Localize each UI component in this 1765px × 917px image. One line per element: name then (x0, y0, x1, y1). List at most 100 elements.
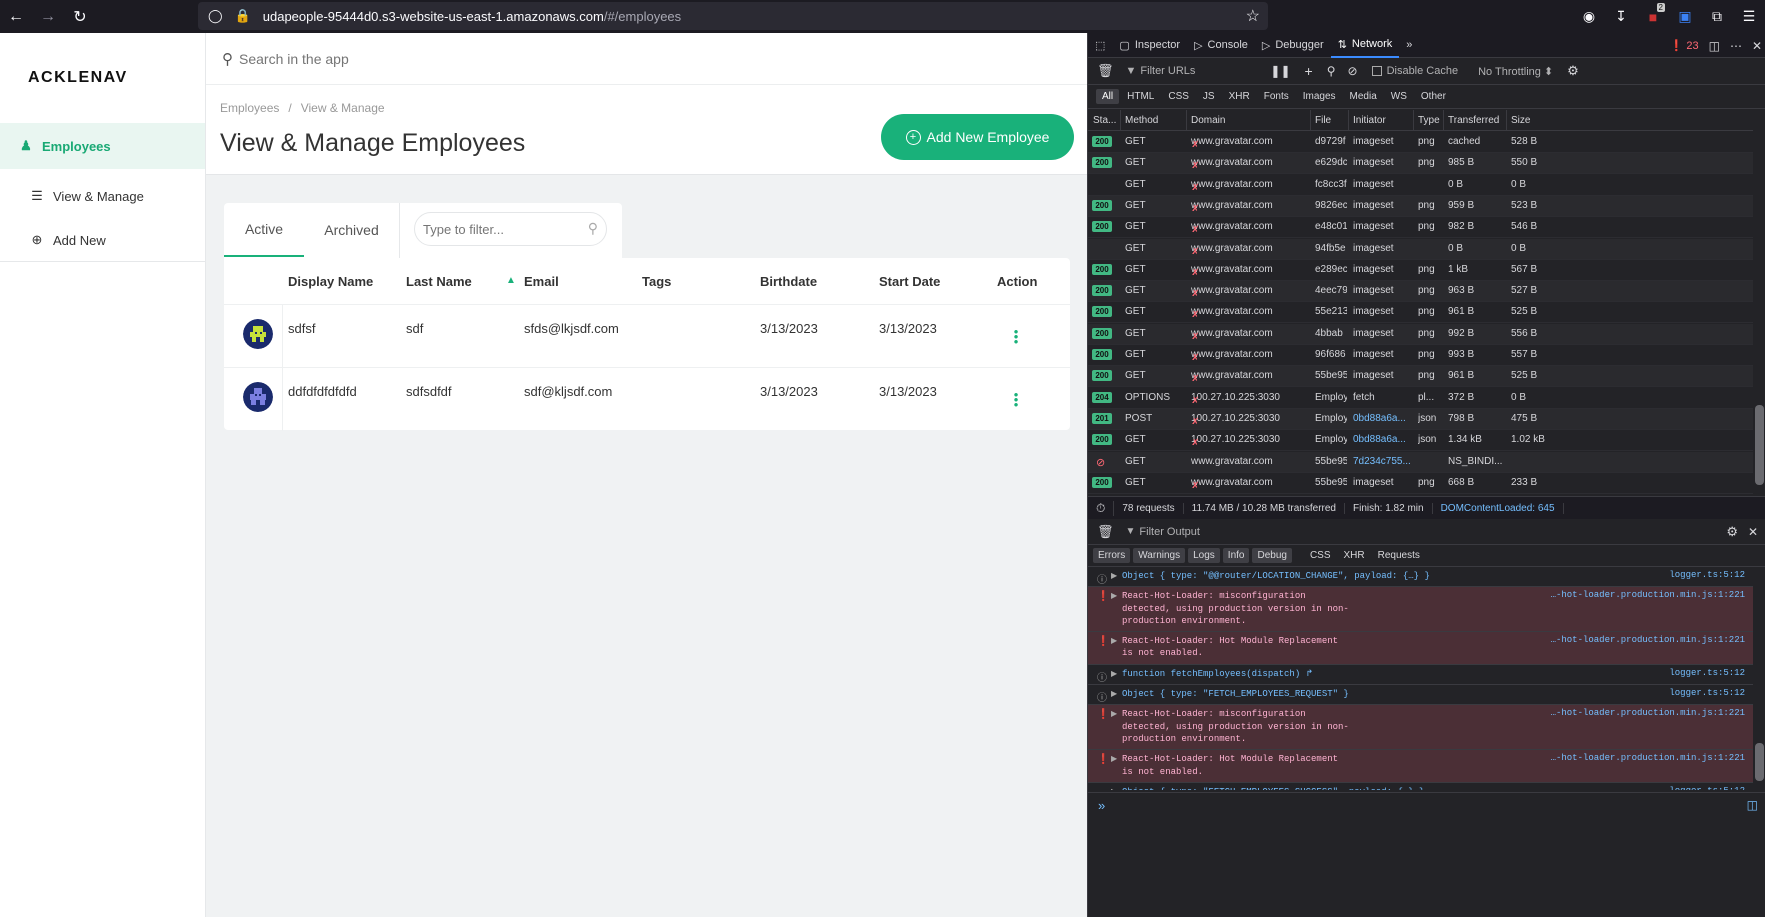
disable-cache-checkbox[interactable] (1371, 66, 1382, 76)
console-source-link[interactable]: …-hot-loader.production.min.js:1:221 (1551, 590, 1745, 600)
sidebar-item-view-manage[interactable]: ☰ View & Manage (0, 173, 205, 219)
network-request-row[interactable]: 200 GET ✗ www.gravatar.com e48c01 imageset png… (1088, 217, 1753, 239)
back-arrow-icon[interactable]: ← (0, 0, 32, 33)
breadcrumb-employees[interactable]: Employees (220, 101, 279, 115)
header-status[interactable]: Sta... (1093, 115, 1116, 126)
request-initiator[interactable]: 7d234c755... (1353, 456, 1413, 467)
row-actions-kebab-icon[interactable]: • • • (1013, 388, 1019, 411)
expand-triangle-icon[interactable]: ▶ (1111, 669, 1117, 679)
tab-console[interactable]: ▷ Console (1187, 33, 1255, 58)
network-request-row[interactable]: 200 GET ✗ www.gravatar.com 55be95 imageset png… (1088, 473, 1753, 494)
console-source-link[interactable]: logger.ts:5:12 (1669, 668, 1745, 678)
network-request-row[interactable]: 201 POST ✗ 100.27.10.225:3030 Employ 0bd88a6a… (1088, 408, 1753, 430)
network-request-row[interactable]: 200 GET ✗ 100.27.10.225:3030 Employ 0bd88a6a.… (1088, 430, 1753, 452)
trash-icon[interactable]: 🗑 (1097, 524, 1114, 540)
network-request-row[interactable]: 204 OPTIONS ✗ 100.27.10.225:3030 Employ fetch… (1088, 388, 1753, 409)
type-ws[interactable]: WS (1385, 89, 1413, 104)
expand-triangle-icon[interactable]: ▶ (1111, 754, 1117, 764)
filter-warnings[interactable]: Warnings (1133, 548, 1186, 563)
type-css[interactable]: CSS (1162, 89, 1195, 104)
close-icon[interactable]: ✕ (1748, 525, 1758, 539)
console-error-message[interactable]: ❗ ▶ React-Hot-Loader: Hot Module Replaceme… (1088, 750, 1753, 783)
table-row[interactable]: ddfdfdfdfdfd sdfsdfdf sdf@kljsdf.com 3/1… (224, 367, 1070, 431)
console-error-message[interactable]: ❗ ▶ React-Hot-Loader: misconfiguration det… (1088, 705, 1753, 751)
filter-field[interactable]: ⚲ (414, 212, 607, 246)
filter-urls-input[interactable]: Filter URLs (1140, 65, 1250, 77)
network-request-row[interactable]: ⊘ GET www.gravatar.com 55be95 7d234c755... NS… (1088, 451, 1753, 473)
extensions-puzzle-icon[interactable]: ⧉ (1701, 0, 1733, 33)
header-type[interactable]: Type (1418, 115, 1440, 126)
console-log-message[interactable]: ⓘ ▶ Object { type: "FETCH_EMPLOYEES_REQUES… (1088, 685, 1753, 706)
throttling-select[interactable]: No Throttling ⬍ (1478, 65, 1553, 78)
type-xhr[interactable]: XHR (1223, 89, 1256, 104)
filter-input[interactable] (423, 221, 573, 237)
expand-triangle-icon[interactable]: ▶ (1111, 787, 1117, 790)
filter-debug[interactable]: Debug (1252, 548, 1292, 563)
reload-icon[interactable]: ↻ (64, 0, 96, 33)
console-log-message[interactable]: ⓘ ▶ Object { type: "@@router/LOCATION_CHAN… (1088, 567, 1753, 588)
network-request-row[interactable]: GET ✗ www.gravatar.com fc8cc3f imageset 0 B 0 … (1088, 175, 1753, 196)
network-request-row[interactable]: 200 GET ✗ www.gravatar.com 4bbab imageset png 9… (1088, 323, 1753, 345)
type-images[interactable]: Images (1297, 89, 1342, 104)
request-initiator[interactable]: 0bd88a6a... (1353, 434, 1413, 445)
network-request-row[interactable]: 200 GET ✗ www.gravatar.com 4eec79 imageset png… (1088, 281, 1753, 303)
column-start-date[interactable]: Start Date (879, 274, 940, 289)
network-scrollbar-thumb[interactable] (1755, 405, 1764, 485)
header-method[interactable]: Method (1125, 115, 1158, 126)
network-request-row[interactable]: 200 GET ✗ www.gravatar.com e289ec imageset png… (1088, 260, 1753, 281)
breadcrumb-view-manage[interactable]: View & Manage (301, 101, 385, 115)
pause-icon[interactable]: ❚❚ (1270, 64, 1290, 78)
type-fonts[interactable]: Fonts (1258, 89, 1295, 104)
expand-triangle-icon[interactable]: ▶ (1111, 591, 1117, 601)
request-initiator[interactable]: 0bd88a6a... (1353, 413, 1413, 424)
gear-icon[interactable]: ⚙ (1567, 63, 1579, 79)
bookmark-star-icon[interactable]: ☆ (1246, 6, 1260, 26)
filter-css[interactable]: CSS (1305, 548, 1336, 563)
tab-inspector[interactable]: ▢ Inspector (1112, 33, 1187, 58)
filter-requests[interactable]: Requests (1373, 548, 1425, 563)
type-all[interactable]: All (1096, 89, 1120, 104)
app-logo[interactable]: ACKLENAV (28, 69, 128, 87)
sort-ascending-icon[interactable]: ▲ (506, 275, 516, 286)
console-scrollbar-thumb[interactable] (1755, 743, 1764, 781)
filter-info[interactable]: Info (1222, 548, 1250, 563)
type-media[interactable]: Media (1344, 89, 1383, 104)
network-request-row[interactable]: 200 GET ✗ www.gravatar.com 9826ec imageset png… (1088, 195, 1753, 217)
type-js[interactable]: JS (1197, 89, 1221, 104)
expand-triangle-icon[interactable]: ▶ (1111, 709, 1117, 719)
element-picker-icon[interactable]: ⬚ (1088, 33, 1112, 58)
header-file[interactable]: File (1315, 115, 1331, 126)
type-html[interactable]: HTML (1121, 89, 1160, 104)
console-log-message[interactable]: ⓘ ▶ Object { type: "FETCH_EMPLOYEES_SUCCES… (1088, 783, 1753, 790)
forward-arrow-icon[interactable]: → (32, 0, 64, 33)
tab-archived[interactable]: Archived (309, 203, 394, 257)
split-console-icon[interactable]: ◫ (1747, 798, 1758, 812)
column-tags[interactable]: Tags (642, 274, 671, 289)
console-source-link[interactable]: …-hot-loader.production.min.js:1:221 (1551, 753, 1745, 763)
network-request-row[interactable]: 200 GET ✗ www.gravatar.com e629dc imageset png… (1088, 153, 1753, 175)
pocket-icon[interactable]: ◉ (1573, 0, 1605, 33)
filter-xhr[interactable]: XHR (1339, 548, 1370, 563)
close-icon[interactable]: ✕ (1752, 39, 1762, 53)
download-icon[interactable]: ↧ (1605, 0, 1637, 33)
network-request-row[interactable]: 200 GET ✗ www.gravatar.com 55e213 imageset png… (1088, 302, 1753, 324)
column-last-name[interactable]: Last Name (406, 274, 472, 289)
header-size[interactable]: Size (1511, 115, 1530, 126)
console-source-link[interactable]: logger.ts:5:12 (1669, 570, 1745, 580)
bitwarden-extension-icon[interactable]: ▣ (1669, 0, 1701, 33)
type-other[interactable]: Other (1415, 89, 1452, 104)
network-request-row[interactable]: 200 GET ✗ www.gravatar.com 55be95 imageset png… (1088, 366, 1753, 388)
console-error-message[interactable]: ❗ ▶ React-Hot-Loader: Hot Module Replaceme… (1088, 632, 1753, 665)
shield-icon[interactable]: ◯ (208, 8, 223, 24)
header-initiator[interactable]: Initiator (1353, 115, 1386, 126)
console-source-link[interactable]: …-hot-loader.production.min.js:1:221 (1551, 708, 1745, 718)
block-icon[interactable]: ⊘ (1348, 64, 1358, 78)
header-domain[interactable]: Domain (1191, 115, 1225, 126)
network-request-row[interactable]: GET ✗ www.gravatar.com 94fb5e imageset 0 B 0 B (1088, 238, 1753, 260)
trash-icon[interactable]: 🗑 (1097, 63, 1114, 79)
filter-logs[interactable]: Logs (1188, 548, 1220, 563)
add-new-employee-button[interactable]: + Add New Employee (881, 114, 1074, 160)
timer-icon[interactable]: ⏱ (1088, 500, 1115, 516)
header-transferred[interactable]: Transferred (1448, 115, 1499, 126)
console-input[interactable]: » ◫ (1088, 792, 1765, 818)
